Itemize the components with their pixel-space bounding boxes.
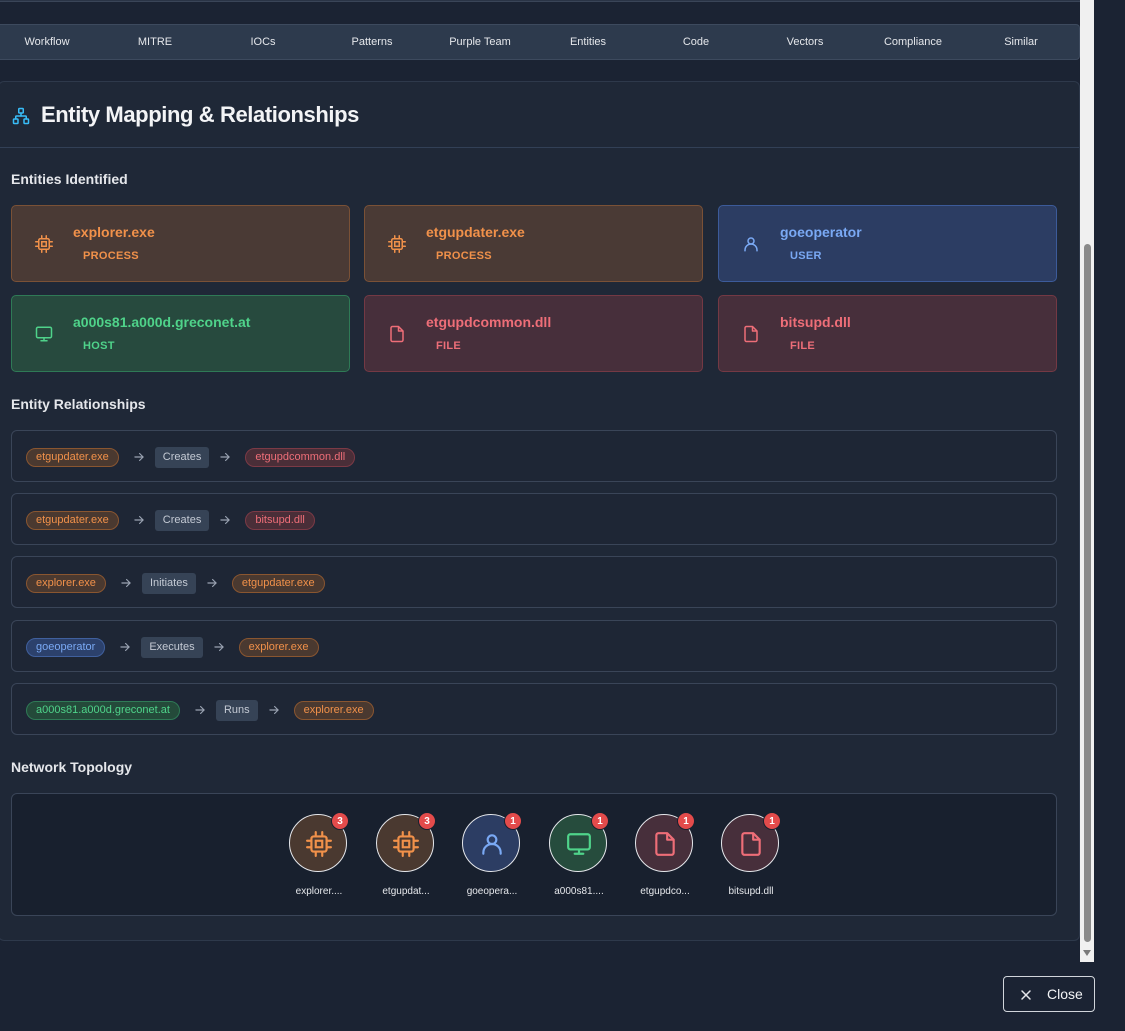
entity-name: explorer.exe (73, 224, 155, 240)
entity-name: a000s81.a000d.greconet.at (73, 314, 251, 330)
panel-header: Entity Mapping & Relationships (0, 82, 1079, 148)
connection-count-badge: 1 (591, 812, 609, 830)
entity-name: goeoperator (780, 224, 862, 240)
close-button-label: Close (1047, 986, 1083, 1002)
entity-type: FILE (790, 340, 816, 352)
cpu-icon (306, 831, 332, 857)
target-entity-pill[interactable]: explorer.exe (293, 700, 374, 720)
node-label: goeopera... (466, 886, 518, 897)
target-entity-pill[interactable]: etgupdater.exe (231, 573, 325, 593)
entity-card[interactable]: goeoperator USER (718, 205, 1057, 282)
entity-card[interactable]: explorer.exe PROCESS (11, 205, 350, 282)
user-icon (482, 834, 502, 855)
scrollbar-thumb[interactable] (1084, 244, 1091, 942)
connection-count-badge: 1 (677, 812, 695, 830)
connection-count-badge: 3 (418, 812, 436, 830)
close-icon (1021, 990, 1031, 1000)
entity-type: PROCESS (436, 250, 492, 262)
previous-section-edge (0, 0, 1080, 2)
relationship-row: etgupdater.exe Creates bitsupd.dll (11, 493, 1057, 545)
file-icon (655, 832, 675, 856)
target-entity-pill[interactable]: etgupdcommon.dll (245, 447, 356, 467)
target-entity-pill[interactable]: explorer.exe (238, 637, 319, 657)
node-label: etgupdat... (382, 886, 430, 897)
entity-name: bitsupd.dll (780, 314, 851, 330)
arrow-right-icon (213, 642, 224, 652)
scroll-down-arrow-icon[interactable] (1083, 950, 1091, 956)
arrow-right-icon (268, 705, 279, 715)
entity-type: USER (790, 250, 822, 262)
source-entity-pill[interactable]: goeoperator (26, 637, 106, 657)
file-icon (390, 325, 404, 343)
relationship-verb: Creates (154, 509, 210, 531)
monitor-icon (567, 833, 591, 855)
analysis-tab-bar: Workflow MITRE IOCs Patterns Purple Team… (0, 24, 1080, 60)
arrow-right-icon (120, 642, 131, 652)
entity-type: PROCESS (83, 250, 139, 262)
arrow-right-icon (121, 578, 131, 588)
relationship-row: explorer.exe Initiates etgupdater.exe (11, 556, 1057, 608)
entity-card[interactable]: a000s81.a000d.greconet.at HOST (11, 295, 350, 372)
tab-mitre[interactable]: MITRE (138, 25, 172, 59)
panel-title: Entity Mapping & Relationships (41, 102, 360, 127)
source-entity-pill[interactable]: etgupdater.exe (26, 510, 119, 530)
vertical-scrollbar[interactable] (1080, 0, 1094, 962)
entity-type: HOST (83, 340, 115, 352)
relationships-section-title: Entity Relationships (11, 396, 146, 412)
entities-section-title: Entities Identified (11, 171, 128, 187)
topology-section-title: Network Topology (11, 759, 133, 775)
network-topology-graph: 3 explorer.... 3 etgupdat... 1 goeopera.… (11, 793, 1057, 916)
arrow-right-icon (134, 452, 144, 462)
connection-count-badge: 1 (504, 812, 522, 830)
tab-entities[interactable]: Entities (570, 25, 606, 59)
arrow-right-icon (195, 705, 205, 715)
tab-code[interactable]: Code (683, 25, 709, 59)
arrow-right-icon (220, 452, 231, 462)
tab-workflow[interactable]: Workflow (24, 25, 69, 59)
relationship-verb: Initiates (141, 572, 196, 594)
source-entity-pill[interactable]: explorer.exe (26, 573, 106, 593)
relationship-row: a000s81.a000d.greconet.at Runs explorer.… (11, 683, 1057, 735)
monitor-icon (35, 326, 53, 342)
network-icon (12, 107, 30, 125)
entity-card[interactable]: etgupdcommon.dll FILE (364, 295, 703, 372)
cpu-icon (393, 831, 419, 857)
close-button[interactable]: Close (1003, 976, 1095, 1012)
tab-patterns[interactable]: Patterns (352, 25, 393, 59)
node-label: bitsupd.dll (728, 886, 774, 897)
arrow-right-icon (134, 515, 144, 525)
target-entity-pill[interactable]: bitsupd.dll (245, 510, 315, 530)
cpu-icon (388, 235, 406, 253)
node-label: explorer.... (295, 886, 343, 897)
modal-gutter (1094, 0, 1125, 962)
file-icon (741, 832, 761, 856)
node-label: etgupdco... (640, 886, 690, 897)
relationship-row: etgupdater.exe Creates etgupdcommon.dll (11, 430, 1057, 482)
tab-iocs[interactable]: IOCs (250, 25, 275, 59)
node-label: a000s81.... (554, 886, 604, 897)
connection-count-badge: 3 (331, 812, 349, 830)
tab-purple-team[interactable]: Purple Team (449, 25, 511, 59)
entity-card[interactable]: etgupdater.exe PROCESS (364, 205, 703, 282)
source-entity-pill[interactable]: etgupdater.exe (26, 447, 119, 467)
source-entity-pill[interactable]: a000s81.a000d.greconet.at (26, 700, 180, 720)
entity-card[interactable]: bitsupd.dll FILE (718, 295, 1057, 372)
entity-type: FILE (436, 340, 462, 352)
relationship-verb: Executes (141, 636, 203, 658)
arrow-right-icon (207, 578, 217, 588)
cpu-icon (35, 235, 53, 253)
connection-count-badge: 1 (763, 812, 781, 830)
file-icon (744, 325, 758, 343)
entity-name: etgupdcommon.dll (426, 314, 552, 330)
arrow-right-icon (220, 515, 231, 525)
tab-vectors[interactable]: Vectors (787, 25, 824, 59)
relationship-row: goeoperator Executes explorer.exe (11, 620, 1057, 672)
relationship-verb: Creates (154, 446, 210, 468)
entity-name: etgupdater.exe (426, 224, 525, 240)
user-icon (744, 237, 758, 252)
tab-compliance[interactable]: Compliance (884, 25, 942, 59)
tab-similar[interactable]: Similar (1004, 25, 1038, 59)
relationship-verb: Runs (215, 699, 258, 721)
